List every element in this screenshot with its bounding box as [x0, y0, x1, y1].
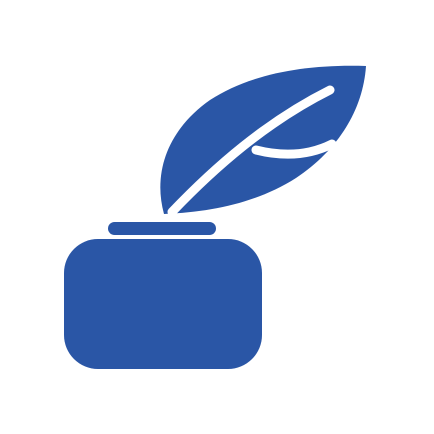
icon-canvas: [0, 0, 434, 434]
quill-and-inkwell-icon: [64, 65, 366, 369]
inkwell-body: [64, 239, 262, 369]
inkwell-lid: [108, 222, 216, 235]
